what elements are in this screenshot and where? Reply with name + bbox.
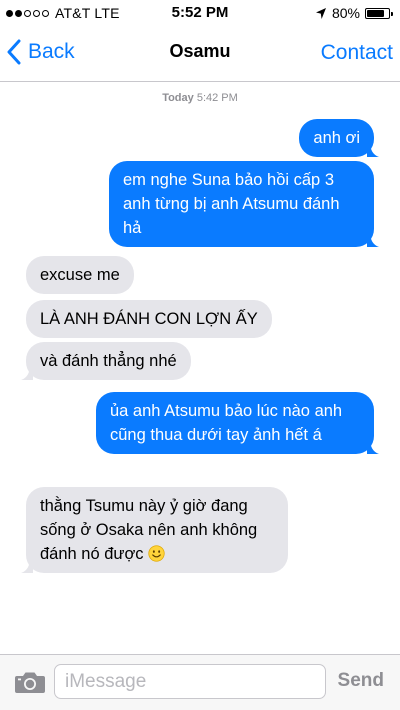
incoming-message[interactable]: thằng Tsumu này ỷ giờ đang sống ở Osaka … xyxy=(21,487,288,573)
incoming-message[interactable]: và đánh thẳng nhé xyxy=(21,342,191,380)
contact-button[interactable]: Contact xyxy=(321,41,393,65)
message-input-bar: Send xyxy=(0,654,400,710)
battery-status: 80% xyxy=(315,5,393,21)
message-timestamp: Today 5:42 PM xyxy=(0,92,400,104)
incoming-message[interactable]: LÀ ANH ĐÁNH CON LỢN ẤY xyxy=(26,300,272,338)
location-arrow-icon xyxy=(315,7,326,19)
status-bar: AT&T LTE 5:52 PM 80% xyxy=(0,0,400,26)
battery-fill xyxy=(367,9,384,17)
bubble-tail xyxy=(21,364,33,380)
bubble-tail xyxy=(367,438,379,454)
message-text: anh ơi xyxy=(313,129,360,147)
camera-icon[interactable] xyxy=(14,670,46,694)
bubble-tail xyxy=(367,141,379,157)
outgoing-message[interactable]: em nghe Suna bảo hồi cấp 3 anh từng bị a… xyxy=(109,161,379,247)
imessage-input[interactable] xyxy=(55,665,325,698)
message-text: excuse me xyxy=(40,266,120,284)
bubble-tail xyxy=(21,557,33,573)
battery-percent: 80% xyxy=(331,5,360,21)
header-divider xyxy=(0,81,400,82)
timestamp-time: 5:42 PM xyxy=(196,92,238,104)
message-text: em nghe Suna bảo hồi cấp 3 anh từng bị a… xyxy=(123,171,340,237)
outgoing-message[interactable]: ủa anh Atsumu bảo lúc nào anh cũng thua … xyxy=(96,392,379,454)
send-button[interactable]: Send xyxy=(338,670,384,692)
message-text: và đánh thẳng nhé xyxy=(40,352,177,370)
message-field[interactable] xyxy=(54,664,326,699)
conversation-header: Back Osamu Contact xyxy=(0,26,400,80)
smiling-face-icon xyxy=(148,545,165,562)
message-text: LÀ ANH ĐÁNH CON LỢN ẤY xyxy=(40,310,258,328)
message-text: ủa anh Atsumu bảo lúc nào anh cũng thua … xyxy=(110,402,343,444)
battery-tip xyxy=(391,11,393,16)
bubble-tail xyxy=(367,231,379,247)
timestamp-day: Today xyxy=(162,92,194,104)
battery-icon xyxy=(365,7,393,19)
outgoing-message[interactable]: anh ơi xyxy=(299,119,379,157)
incoming-message[interactable]: excuse me xyxy=(26,256,134,294)
